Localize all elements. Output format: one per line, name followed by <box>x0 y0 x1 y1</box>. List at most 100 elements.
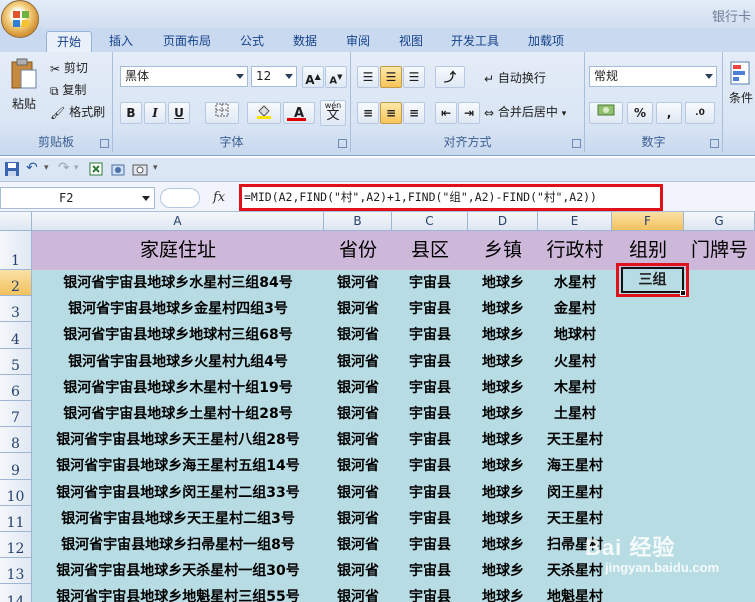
column-header-g[interactable]: G <box>684 212 755 231</box>
number-dialog-launcher[interactable] <box>710 139 719 148</box>
cell-town[interactable]: 地球乡 <box>468 401 538 427</box>
cell-province[interactable]: 银河省 <box>324 349 392 375</box>
row-header[interactable]: 14 <box>0 584 32 602</box>
font-dialog-launcher[interactable] <box>338 139 347 148</box>
row-header[interactable]: 2 <box>0 270 32 297</box>
cell-village[interactable]: 地球村 <box>538 322 612 348</box>
formula-input[interactable]: =MID(A2,FIND("村",A2)+1,FIND("组",A2)-FIND… <box>239 184 663 211</box>
tab-formulas[interactable]: 公式 <box>240 31 264 52</box>
conditional-format-button[interactable]: 条件 <box>729 60 755 106</box>
cell-county[interactable]: 宇宙县 <box>392 401 468 427</box>
cell-town[interactable]: 地球乡 <box>468 453 538 479</box>
row-header[interactable]: 6 <box>0 374 32 401</box>
align-bottom-button[interactable]: ☰ <box>403 66 425 88</box>
cell-village[interactable]: 火星村 <box>538 349 612 375</box>
cut-button[interactable]: ✂ 剪切 <box>50 58 88 78</box>
cell-province[interactable]: 银河省 <box>324 506 392 532</box>
cell-county[interactable]: 宇宙县 <box>392 270 468 296</box>
tab-review[interactable]: 审阅 <box>346 31 370 52</box>
column-header-b[interactable]: B <box>324 212 392 231</box>
row-header[interactable]: 12 <box>0 532 32 559</box>
merge-center-button[interactable]: ⇔ 合并后居中 ▾ <box>484 102 566 122</box>
tab-insert[interactable]: 插入 <box>109 31 133 52</box>
cell-province[interactable]: 银河省 <box>324 427 392 453</box>
tab-view[interactable]: 视图 <box>399 31 423 52</box>
row-header[interactable]: 10 <box>0 479 32 506</box>
cell-county[interactable]: 宇宙县 <box>392 480 468 506</box>
tab-developer[interactable]: 开发工具 <box>451 31 499 52</box>
decimal-button[interactable]: .0 <box>685 102 715 124</box>
column-header-f[interactable]: F <box>612 212 684 231</box>
tab-data[interactable]: 数据 <box>293 31 317 52</box>
grow-font-button[interactable]: A▲ <box>302 66 324 88</box>
row-header[interactable]: 7 <box>0 401 32 428</box>
cell-village[interactable]: 水星村 <box>538 270 612 296</box>
cell-province[interactable]: 银河省 <box>324 296 392 322</box>
macro-icon[interactable] <box>110 161 126 180</box>
align-right-button[interactable]: ≡ <box>403 102 425 124</box>
italic-button[interactable]: I <box>144 102 166 124</box>
font-size-select[interactable]: 12 <box>251 66 297 87</box>
camera-icon[interactable] <box>132 161 148 180</box>
cell-address[interactable]: 银河省宇宙县地球乡天杀星村一组30号 <box>32 558 324 584</box>
cell-town[interactable]: 地球乡 <box>468 375 538 401</box>
cell-address[interactable]: 银河省宇宙县地球乡天王星村八组28号 <box>32 427 324 453</box>
paste-button[interactable]: 粘贴 <box>6 58 42 112</box>
column-header-c[interactable]: C <box>392 212 468 231</box>
cell-address[interactable]: 银河省宇宙县地球乡土星村十组28号 <box>32 401 324 427</box>
align-center-button[interactable]: ≡ <box>380 102 402 124</box>
save-icon[interactable] <box>4 161 20 180</box>
phonetic-button[interactable]: wén 文 <box>320 100 346 126</box>
cell-address[interactable]: 银河省宇宙县地球乡金星村四组3号 <box>32 296 324 322</box>
font-color-button[interactable]: A <box>283 102 315 124</box>
cell-county[interactable]: 宇宙县 <box>392 532 468 558</box>
cell-town[interactable]: 地球乡 <box>468 506 538 532</box>
cell-town[interactable]: 地球乡 <box>468 349 538 375</box>
insert-function-icon[interactable]: fx <box>213 190 225 205</box>
percent-button[interactable]: % <box>627 102 653 124</box>
column-header-d[interactable]: D <box>468 212 538 231</box>
cell-province[interactable]: 银河省 <box>324 453 392 479</box>
cell-town[interactable]: 地球乡 <box>468 584 538 602</box>
cell-province[interactable]: 银河省 <box>324 584 392 602</box>
cell-county[interactable]: 宇宙县 <box>392 349 468 375</box>
number-format-select[interactable]: 常规 <box>589 66 717 87</box>
cell-county[interactable]: 宇宙县 <box>392 584 468 602</box>
cell-province[interactable]: 银河省 <box>324 532 392 558</box>
shrink-font-button[interactable]: A▼ <box>325 66 347 88</box>
cell-county[interactable]: 宇宙县 <box>392 558 468 584</box>
row-header[interactable]: 13 <box>0 558 32 585</box>
comma-button[interactable]: , <box>656 102 682 124</box>
cell-village[interactable]: 土星村 <box>538 401 612 427</box>
underline-button[interactable]: U <box>168 102 190 124</box>
row-header[interactable]: 3 <box>0 296 32 323</box>
select-all-corner[interactable] <box>0 212 32 231</box>
row-header[interactable]: 8 <box>0 427 32 454</box>
cell-village[interactable]: 海王星村 <box>538 453 612 479</box>
cell-address[interactable]: 银河省宇宙县地球乡地球村三组68号 <box>32 322 324 348</box>
office-button[interactable] <box>1 0 39 38</box>
bold-button[interactable]: B <box>120 102 142 124</box>
cell-address[interactable]: 银河省宇宙县地球乡海王星村五组14号 <box>32 453 324 479</box>
cell-address[interactable]: 银河省宇宙县地球乡扫帚星村一组8号 <box>32 532 324 558</box>
row-header[interactable]: 11 <box>0 505 32 532</box>
cell-county[interactable]: 宇宙县 <box>392 427 468 453</box>
row-header[interactable]: 4 <box>0 322 32 349</box>
clipboard-dialog-launcher[interactable] <box>100 139 109 148</box>
cell-address[interactable]: 银河省宇宙县地球乡木星村十组19号 <box>32 375 324 401</box>
export-icon[interactable] <box>88 161 104 180</box>
header-cell-town[interactable]: 乡镇 <box>468 231 538 270</box>
increase-indent-button[interactable]: ⇥ <box>458 102 480 124</box>
name-box[interactable]: F2 <box>0 187 155 209</box>
cell-county[interactable]: 宇宙县 <box>392 453 468 479</box>
align-left-button[interactable]: ≡ <box>357 102 379 124</box>
cell-address[interactable]: 银河省宇宙县地球乡水星村三组84号 <box>32 270 324 296</box>
fill-handle[interactable] <box>680 290 686 296</box>
chevron-down-icon[interactable]: ▾ <box>74 163 79 173</box>
cell-province[interactable]: 银河省 <box>324 322 392 348</box>
cell-province[interactable]: 银河省 <box>324 558 392 584</box>
active-cell-f2[interactable]: 三组 <box>621 267 684 293</box>
chevron-down-icon[interactable]: ▾ <box>44 163 49 173</box>
redo-icon[interactable]: ↷ <box>58 160 70 176</box>
cell-town[interactable]: 地球乡 <box>468 322 538 348</box>
